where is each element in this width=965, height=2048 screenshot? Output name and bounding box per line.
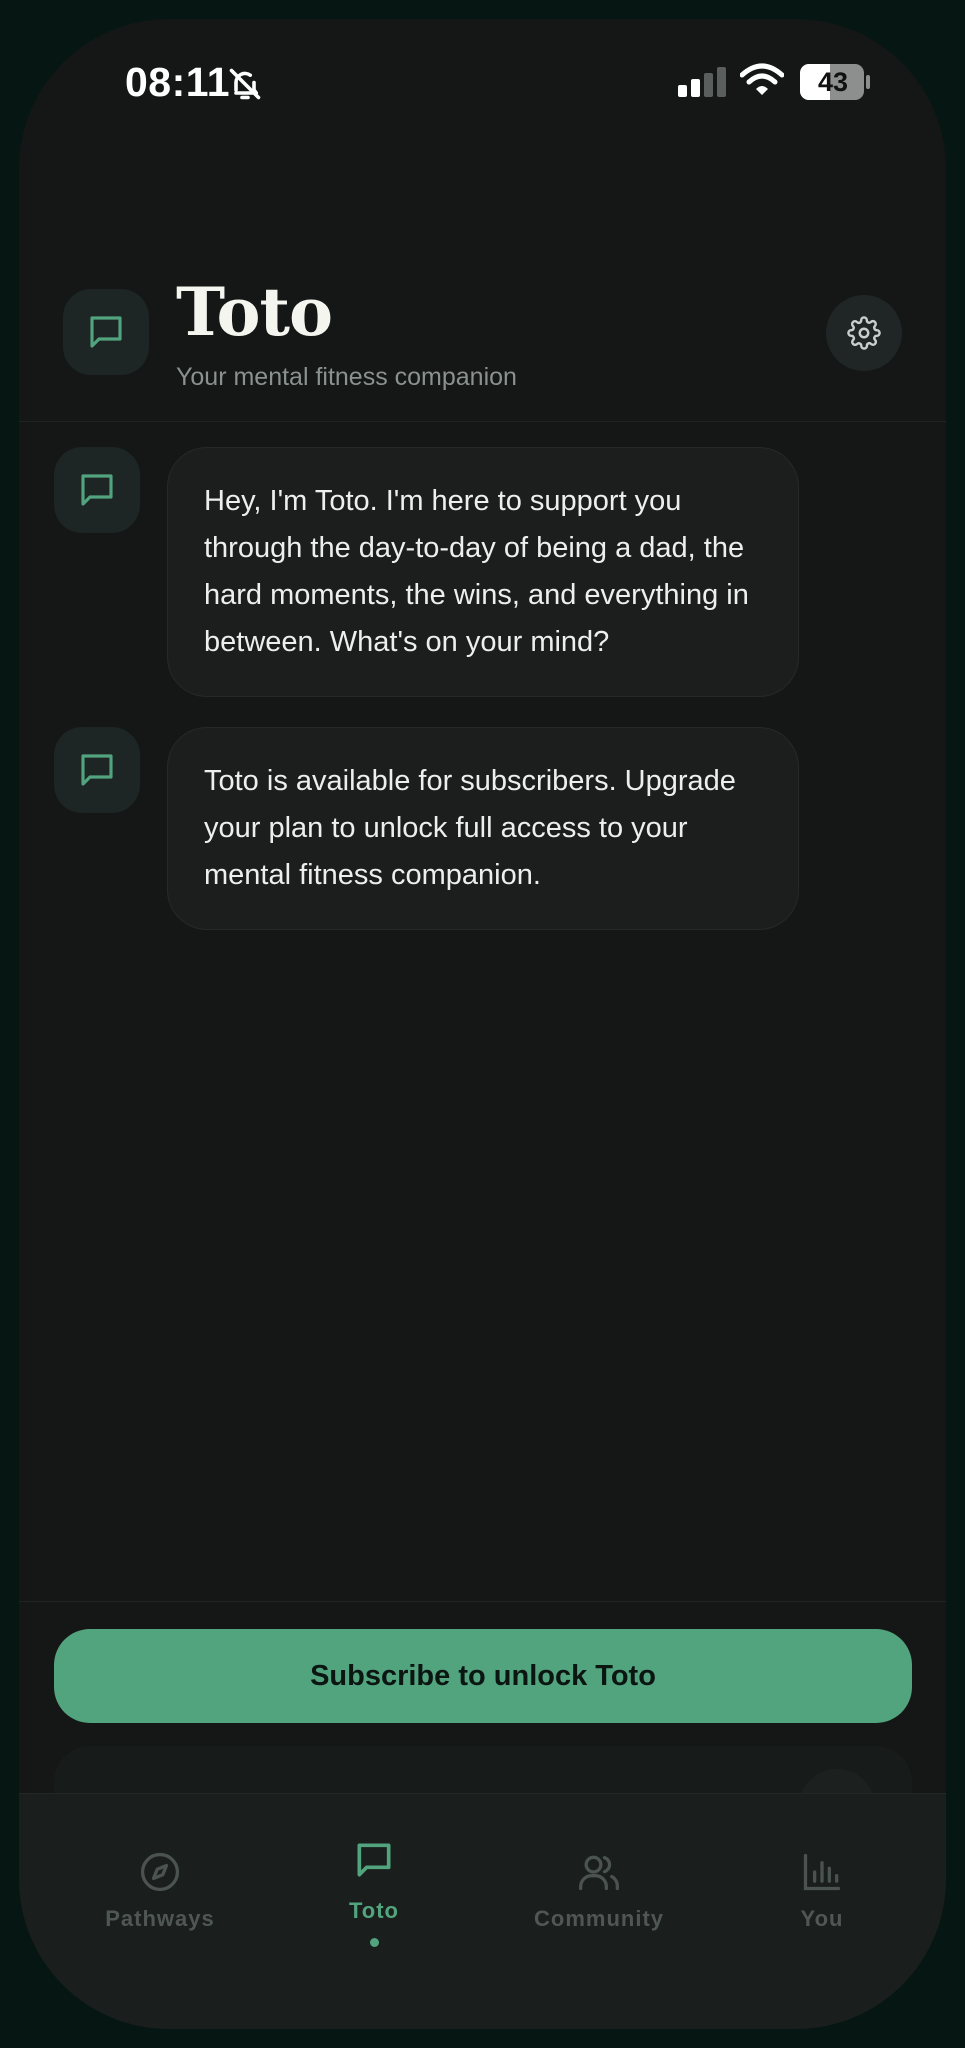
subscribe-button[interactable]: Subscribe to unlock Toto (54, 1629, 912, 1723)
compass-icon (140, 1852, 180, 1892)
cellular-signal-icon (678, 67, 728, 102)
settings-button[interactable] (826, 295, 902, 371)
status-time: 08:11 (125, 59, 231, 105)
chat-icon (357, 1843, 391, 1877)
page-title: Toto (176, 273, 333, 351)
chat-bubble-icon (81, 754, 113, 786)
tab-label: Pathways (105, 1906, 215, 1931)
tab-label: Community (534, 1906, 664, 1931)
battery-level: 43 (817, 67, 849, 97)
page-subtitle: Your mental fitness companion (176, 363, 517, 391)
tab-label: Toto (348, 1898, 399, 1923)
active-tab-indicator (370, 1938, 379, 1947)
toto-avatar (54, 727, 140, 813)
bell-muted-icon (227, 66, 263, 107)
message-bubble: Toto is available for subscribers. Upgra… (167, 727, 799, 930)
message-bubble: Hey, I'm Toto. I'm here to support you t… (167, 447, 799, 697)
chat-bubble-icon (63, 289, 149, 375)
gear-icon (847, 316, 881, 350)
phone-screen: 08:11 43 Toto Your mental fitness compan… (19, 19, 946, 2029)
chat-header: Toto Your mental fitness companion (19, 259, 946, 422)
toto-avatar (54, 447, 140, 533)
divider (19, 1601, 946, 1602)
chat-bubble-icon (81, 474, 113, 506)
tab-bar: Pathways Toto Community You (19, 1793, 946, 2029)
tab-label: You (800, 1906, 844, 1931)
users-icon (579, 1855, 619, 1891)
status-bar: 08:11 43 (19, 19, 946, 149)
bar-chart-icon (803, 1853, 841, 1891)
wifi-icon (739, 63, 785, 102)
